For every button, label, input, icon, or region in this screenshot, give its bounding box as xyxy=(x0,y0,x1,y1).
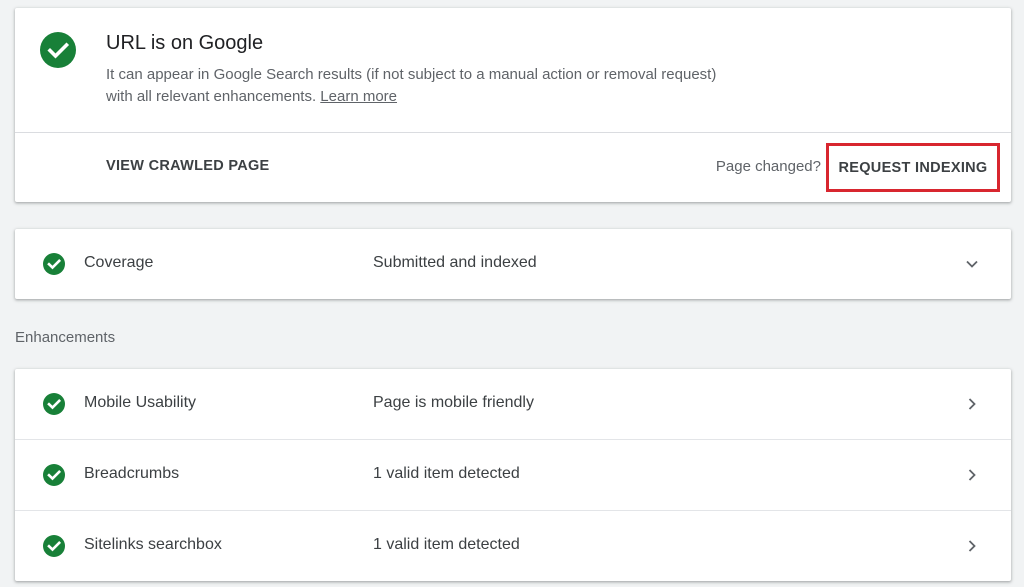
enhancement-label: Breadcrumbs xyxy=(84,465,180,482)
status-title: URL is on Google xyxy=(106,32,264,54)
status-description: It can appear in Google Search results (… xyxy=(106,64,746,108)
enhancement-label: Mobile Usability xyxy=(84,394,197,411)
enhancement-value: Page is mobile friendly xyxy=(373,394,534,411)
check-circle-icon xyxy=(43,464,65,486)
enhancement-row-sitelinks-searchbox[interactable]: Sitelinks searchbox 1 valid item detecte… xyxy=(15,511,1011,581)
coverage-label: Coverage xyxy=(84,254,154,271)
enhancement-label: Sitelinks searchbox xyxy=(84,536,222,553)
enhancements-heading: Enhancements xyxy=(15,329,116,346)
enhancement-value: 1 valid item detected xyxy=(373,465,520,482)
status-actions: VIEW CRAWLED PAGE Page changed? REQUEST … xyxy=(15,133,1011,202)
enhancements-card: Mobile Usability Page is mobile friendly… xyxy=(15,369,1011,581)
enhancement-row-mobile-usability[interactable]: Mobile Usability Page is mobile friendly xyxy=(15,369,1011,439)
request-indexing-label: REQUEST INDEXING xyxy=(838,159,988,176)
url-status-card: URL is on Google It can appear in Google… xyxy=(15,8,1011,202)
chevron-down-icon[interactable] xyxy=(962,254,982,274)
chevron-right-icon[interactable] xyxy=(962,394,982,414)
check-circle-icon xyxy=(43,535,65,557)
request-indexing-button[interactable]: REQUEST INDEXING xyxy=(826,143,1000,192)
status-description-text: It can appear in Google Search results (… xyxy=(106,66,717,105)
view-crawled-page-button[interactable]: VIEW CRAWLED PAGE xyxy=(106,158,270,174)
status-summary: URL is on Google It can appear in Google… xyxy=(15,8,1011,132)
check-circle-icon xyxy=(40,32,76,68)
coverage-value: Submitted and indexed xyxy=(373,254,537,271)
check-circle-icon xyxy=(43,393,65,415)
learn-more-link[interactable]: Learn more xyxy=(320,88,397,105)
page-changed-label: Page changed? xyxy=(715,158,821,175)
chevron-right-icon[interactable] xyxy=(962,465,982,485)
enhancement-row-breadcrumbs[interactable]: Breadcrumbs 1 valid item detected xyxy=(15,440,1011,510)
enhancement-value: 1 valid item detected xyxy=(373,536,520,553)
coverage-row[interactable]: Coverage Submitted and indexed xyxy=(15,229,1011,299)
check-circle-icon xyxy=(43,253,65,275)
chevron-right-icon[interactable] xyxy=(962,536,982,556)
coverage-card: Coverage Submitted and indexed xyxy=(15,229,1011,299)
